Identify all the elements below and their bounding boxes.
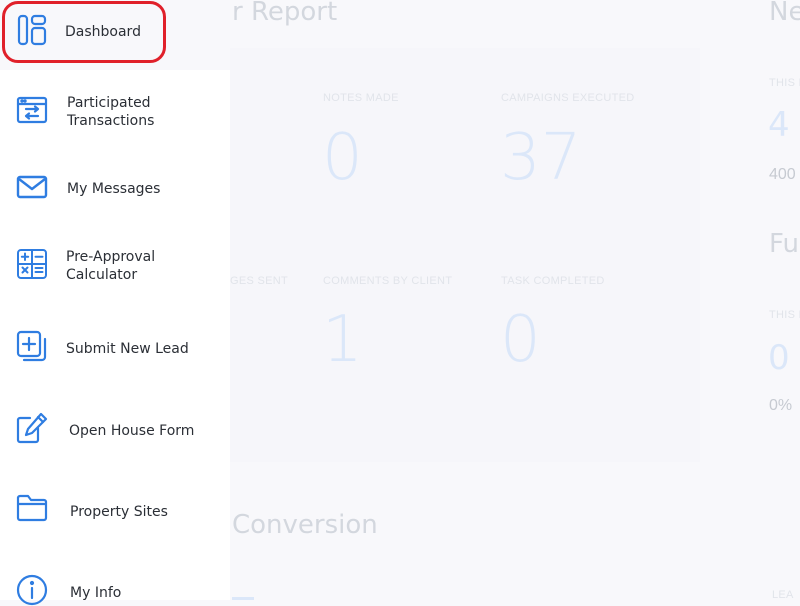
- right-label-top: THIS M: [769, 77, 800, 89]
- stat-label-notes: NOTES MADE: [323, 92, 399, 104]
- transactions-icon: [16, 94, 48, 126]
- sidebar-menu: Dashboard Participated Transactions My Me…: [0, 0, 230, 606]
- stat-label-comments: COMMENTS BY CLIENT: [323, 275, 453, 287]
- stat-value-comments: 1: [322, 303, 363, 377]
- sidebar-item-label: Participated Transactions: [67, 95, 155, 129]
- sidebar-item-property-sites[interactable]: Property Sites: [0, 490, 230, 532]
- info-icon: [16, 574, 48, 606]
- envelope-icon: [16, 171, 48, 203]
- sidebar-item-label: Open House Form: [69, 423, 195, 439]
- right-label-mid: THIS M: [769, 309, 800, 321]
- leads-label: LEA: [772, 589, 794, 601]
- conversion-title: Conversion: [232, 510, 378, 540]
- sidebar-item-calculator[interactable]: Pre-Approval Calculator: [0, 240, 230, 290]
- calculator-icon: [16, 248, 48, 280]
- sidebar-item-label: My Info: [70, 585, 122, 601]
- right-sub-top: 400: [769, 166, 796, 183]
- stat-value-tasks: 0: [500, 303, 541, 377]
- stat-label-campaigns: CAMPAIGNS EXECUTED: [501, 92, 635, 104]
- sidebar-item-submit-lead[interactable]: Submit New Lead: [0, 326, 230, 370]
- sidebar-item-label: Submit New Lead: [66, 341, 189, 357]
- edit-form-icon: [16, 412, 48, 444]
- sidebar-item-label: My Messages: [67, 181, 161, 197]
- right-value-mid: 0: [768, 338, 790, 378]
- sidebar-item-my-info[interactable]: My Info: [0, 572, 230, 606]
- right-section-title-2: Fu: [769, 229, 800, 259]
- right-value-top: 4: [768, 105, 790, 145]
- highlight-annotation: [2, 1, 166, 63]
- right-section-title: Ne: [769, 0, 800, 27]
- sidebar-item-open-house[interactable]: Open House Form: [0, 408, 230, 452]
- right-sub-mid: 0%: [769, 397, 793, 414]
- folder-icon: [16, 492, 48, 524]
- report-panel: [230, 48, 700, 462]
- sidebar-item-messages[interactable]: My Messages: [0, 168, 230, 208]
- stat-value-notes: 0: [322, 121, 363, 195]
- stat-label-messages-sent: GES SENT: [230, 275, 289, 287]
- sidebar-item-label: Pre-Approval Calculator: [66, 249, 156, 283]
- add-document-icon: [16, 330, 48, 362]
- stat-value-campaigns: 37: [500, 121, 582, 195]
- report-title: r Report: [232, 0, 338, 27]
- sidebar-item-transactions[interactable]: Participated Transactions: [0, 86, 230, 136]
- stat-label-tasks: TASK COMPLETED: [501, 275, 605, 287]
- sidebar-item-label: Property Sites: [70, 504, 168, 520]
